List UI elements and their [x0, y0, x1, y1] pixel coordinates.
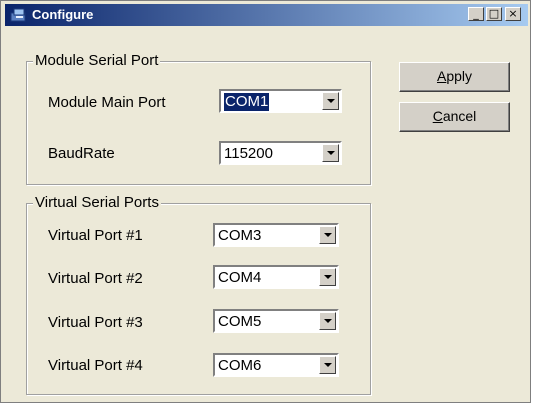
- module-main-port-combo[interactable]: COM1: [219, 89, 342, 113]
- virtual-port-4-label: Virtual Port #4: [48, 357, 143, 374]
- virtual-port-1-value: COM3: [218, 227, 262, 244]
- module-group-label: Module Serial Port: [33, 52, 161, 69]
- virtual-port-3-value: COM5: [218, 313, 262, 330]
- module-main-port-label: Module Main Port: [48, 94, 166, 111]
- virtual-port-3-combo[interactable]: COM5: [213, 309, 339, 333]
- configure-window: Configure _ □ × Module Serial Port Modul…: [0, 0, 531, 403]
- cancel-label: ancel: [442, 108, 477, 124]
- module-serial-port-group: Module Serial Port: [26, 52, 371, 185]
- apply-mnemonic: A: [436, 68, 447, 84]
- apply-button[interactable]: Apply: [399, 62, 510, 92]
- virtual-port-2-combo[interactable]: COM4: [213, 265, 339, 289]
- virtual-port-2-label: Virtual Port #2: [48, 270, 143, 287]
- virtual-port-4-value: COM6: [218, 357, 262, 374]
- virtual-port-3-label: Virtual Port #3: [48, 314, 143, 331]
- title-bar[interactable]: Configure _ □ ×: [5, 4, 528, 26]
- virtual-port-2-value: COM4: [218, 269, 262, 286]
- chevron-down-icon[interactable]: [322, 92, 339, 110]
- virtual-port-1-combo[interactable]: COM3: [213, 223, 339, 247]
- chevron-down-icon[interactable]: [319, 312, 336, 330]
- baudrate-combo[interactable]: 115200: [219, 141, 342, 165]
- close-button[interactable]: ×: [505, 7, 521, 21]
- baudrate-value: 115200: [224, 145, 273, 162]
- window-title: Configure: [32, 7, 94, 22]
- cancel-mnemonic: C: [432, 108, 443, 124]
- chevron-down-icon[interactable]: [319, 356, 336, 374]
- cancel-button[interactable]: Cancel: [399, 102, 510, 132]
- maximize-button[interactable]: □: [486, 7, 502, 21]
- chevron-down-icon[interactable]: [319, 226, 336, 244]
- virtual-port-4-combo[interactable]: COM6: [213, 353, 339, 377]
- apply-label: pply: [446, 68, 473, 84]
- chevron-down-icon[interactable]: [319, 268, 336, 286]
- chevron-down-icon[interactable]: [322, 144, 339, 162]
- minimize-button[interactable]: _: [468, 7, 484, 21]
- configure-app-icon: [10, 8, 26, 22]
- virtual-group-label: Virtual Serial Ports: [33, 194, 161, 211]
- virtual-port-1-label: Virtual Port #1: [48, 227, 143, 244]
- module-main-port-value: COM1: [224, 93, 270, 111]
- baudrate-label: BaudRate: [48, 145, 115, 162]
